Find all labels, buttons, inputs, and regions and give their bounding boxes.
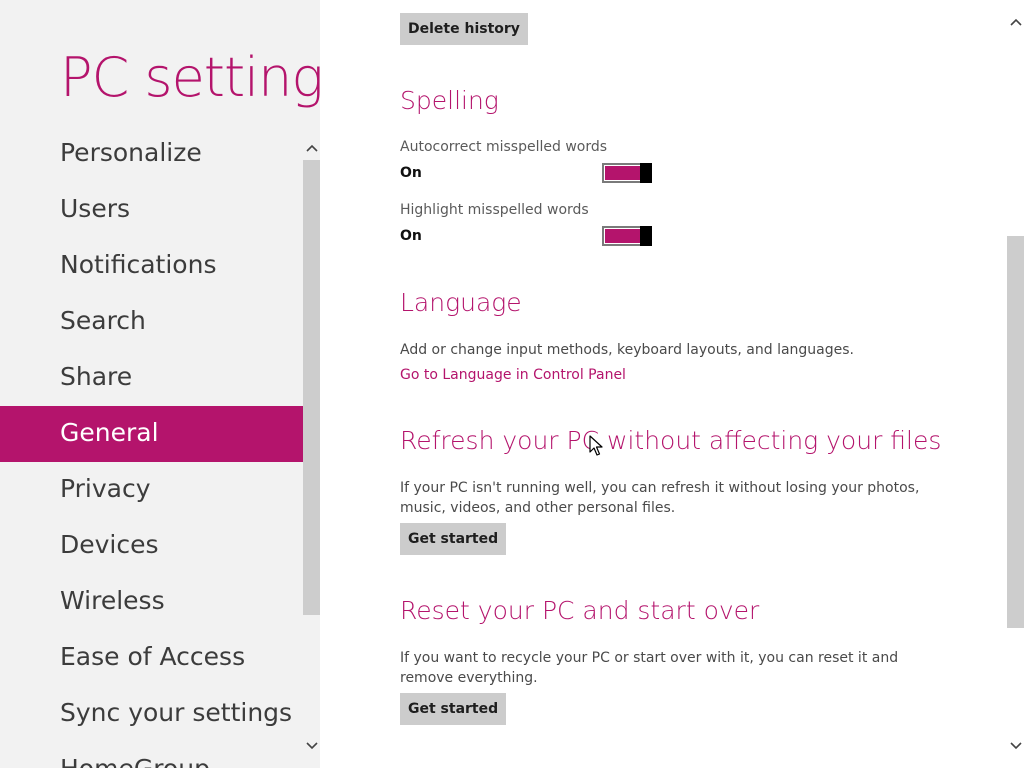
chevron-up-icon[interactable] (303, 139, 320, 156)
nav-item-homegroup[interactable]: HomeGroup (0, 742, 303, 768)
nav-item-sync-settings[interactable]: Sync your settings (0, 686, 303, 742)
autocorrect-toggle[interactable] (602, 163, 652, 183)
content-scrollbar-thumb[interactable] (1007, 236, 1024, 628)
delete-history-button[interactable]: Delete history (400, 13, 528, 45)
nav-item-devices[interactable]: Devices (0, 518, 303, 574)
reset-get-started-button[interactable]: Get started (400, 693, 507, 725)
highlight-label: Highlight misspelled words (400, 202, 589, 218)
refresh-description: If your PC isn't running well, you can r… (400, 480, 920, 516)
content-scrollbar[interactable] (1007, 0, 1024, 768)
language-heading: Language (400, 288, 522, 317)
nav-item-general[interactable]: General (0, 406, 320, 462)
toggle-knob (640, 163, 652, 183)
toggle-fill (605, 166, 641, 180)
nav-scrollbar-thumb[interactable] (303, 160, 320, 615)
nav-scrollbar[interactable] (303, 126, 320, 768)
chevron-down-icon[interactable] (303, 737, 320, 754)
highlight-state: On (400, 228, 422, 244)
general-settings-pane: Delete history Spelling Autocorrect miss… (320, 0, 1024, 768)
reset-description: If you want to recycle your PC or start … (400, 650, 899, 686)
toggle-fill (605, 229, 641, 243)
nav-item-notifications[interactable]: Notifications (0, 238, 303, 294)
highlight-toggle[interactable] (602, 226, 652, 246)
autocorrect-state: On (400, 165, 422, 181)
refresh-heading: Refresh your PC without affecting your f… (400, 426, 942, 455)
language-control-panel-link[interactable]: Go to Language in Control Panel (400, 367, 626, 383)
nav-item-share[interactable]: Share (0, 350, 303, 406)
toggle-knob (640, 226, 652, 246)
settings-nav-pane: PC settings Personalize Users Notificati… (0, 0, 320, 768)
spelling-heading: Spelling (400, 86, 499, 115)
mouse-pointer-icon (589, 435, 603, 456)
refresh-get-started-button[interactable]: Get started (400, 523, 507, 555)
language-description: Add or change input methods, keyboard la… (400, 342, 854, 358)
nav-item-search[interactable]: Search (0, 294, 303, 350)
chevron-down-icon[interactable] (1007, 737, 1024, 754)
chevron-up-icon[interactable] (1007, 13, 1024, 30)
page-title: PC settings (60, 46, 320, 109)
nav-item-users[interactable]: Users (0, 182, 303, 238)
nav-item-wireless[interactable]: Wireless (0, 574, 303, 630)
autocorrect-label: Autocorrect misspelled words (400, 139, 608, 155)
nav-item-ease-of-access[interactable]: Ease of Access (0, 630, 303, 686)
reset-heading: Reset your PC and start over (400, 596, 760, 625)
nav-item-privacy[interactable]: Privacy (0, 462, 303, 518)
nav-item-personalize[interactable]: Personalize (0, 126, 303, 182)
nav-list: Personalize Users Notifications Search S… (0, 126, 320, 768)
